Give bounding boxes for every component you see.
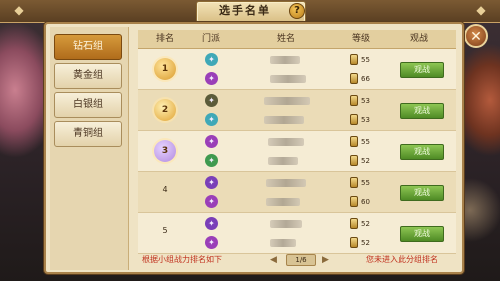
left-ornament-icon: ◆ bbox=[14, 3, 24, 17]
level-icon bbox=[350, 218, 358, 229]
sect-icon: ✦ bbox=[205, 236, 218, 249]
watch-button[interactable]: 观战 bbox=[400, 103, 444, 119]
not-ranked-note: 您未进入此分组排名 bbox=[366, 255, 438, 264]
page-title: 选手名单 bbox=[219, 4, 271, 17]
col-watch: 观战 bbox=[409, 34, 428, 44]
rank-number: 5 bbox=[162, 226, 168, 235]
player-level: 53 bbox=[361, 116, 370, 124]
level-icon bbox=[350, 196, 358, 207]
player-name-redacted bbox=[270, 220, 302, 228]
player-name-redacted bbox=[268, 138, 304, 146]
sect-icon: ✦ bbox=[205, 195, 218, 208]
sect-icon: ✦ bbox=[205, 154, 218, 167]
player-level: 55 bbox=[361, 56, 370, 64]
gold-medal-icon: 1 bbox=[154, 58, 176, 80]
bronze-medal-icon: 3 bbox=[154, 140, 176, 162]
silver-medal-icon: 2 bbox=[154, 99, 176, 121]
player-level: 52 bbox=[361, 239, 370, 247]
tab-silver-group[interactable]: 白银组 bbox=[54, 92, 122, 118]
col-name: 姓名 bbox=[276, 34, 295, 44]
player-name-redacted bbox=[268, 157, 298, 165]
player-name-redacted bbox=[264, 97, 310, 105]
level-icon bbox=[350, 54, 358, 65]
player-level: 55 bbox=[361, 179, 370, 187]
player-level: 66 bbox=[361, 75, 370, 83]
player-name-redacted bbox=[266, 198, 300, 206]
right-ornament-icon: ◆ bbox=[476, 3, 486, 17]
question-icon[interactable]: ? bbox=[289, 3, 305, 19]
sect-icon: ✦ bbox=[205, 53, 218, 66]
rank-number: 4 bbox=[162, 185, 168, 194]
col-sect: 门派 bbox=[201, 34, 220, 44]
prev-page-icon[interactable]: ◀ bbox=[270, 255, 277, 265]
col-level: 等级 bbox=[351, 34, 370, 44]
level-icon bbox=[350, 237, 358, 248]
watch-button[interactable]: 观战 bbox=[400, 185, 444, 201]
sect-icon: ✦ bbox=[205, 94, 218, 107]
close-button[interactable]: ✕ bbox=[464, 24, 488, 48]
level-icon bbox=[350, 73, 358, 84]
player-name-redacted bbox=[270, 75, 306, 83]
sect-icon: ✦ bbox=[205, 113, 218, 126]
next-page-icon[interactable]: ▶ bbox=[322, 255, 329, 265]
watch-button[interactable]: 观战 bbox=[400, 62, 444, 78]
ranking-note: 根据小组战力排名如下 bbox=[142, 255, 222, 264]
player-name-redacted bbox=[270, 239, 296, 247]
tab-gold-group[interactable]: 黄金组 bbox=[54, 63, 122, 89]
page-indicator: 1/6 bbox=[286, 254, 316, 266]
tab-bronze-group[interactable]: 青铜组 bbox=[54, 121, 122, 147]
player-level: 53 bbox=[361, 97, 370, 105]
level-icon bbox=[350, 177, 358, 188]
player-level: 52 bbox=[361, 157, 370, 165]
sect-icon: ✦ bbox=[205, 72, 218, 85]
level-icon bbox=[350, 114, 358, 125]
sect-icon: ✦ bbox=[205, 135, 218, 148]
tab-diamond-group[interactable]: 钻石组 bbox=[54, 34, 122, 60]
level-icon bbox=[350, 136, 358, 147]
sect-icon: ✦ bbox=[205, 176, 218, 189]
player-name-redacted bbox=[266, 179, 306, 187]
player-level: 60 bbox=[361, 198, 370, 206]
level-icon bbox=[350, 95, 358, 106]
player-level: 55 bbox=[361, 138, 370, 146]
watch-button[interactable]: 观战 bbox=[400, 144, 444, 160]
level-icon bbox=[350, 155, 358, 166]
sect-icon: ✦ bbox=[205, 217, 218, 230]
player-level: 52 bbox=[361, 220, 370, 228]
player-name-redacted bbox=[270, 56, 300, 64]
watch-button[interactable]: 观战 bbox=[400, 226, 444, 242]
col-rank: 排名 bbox=[155, 34, 174, 44]
player-name-redacted bbox=[264, 116, 304, 124]
close-icon: ✕ bbox=[470, 29, 482, 45]
